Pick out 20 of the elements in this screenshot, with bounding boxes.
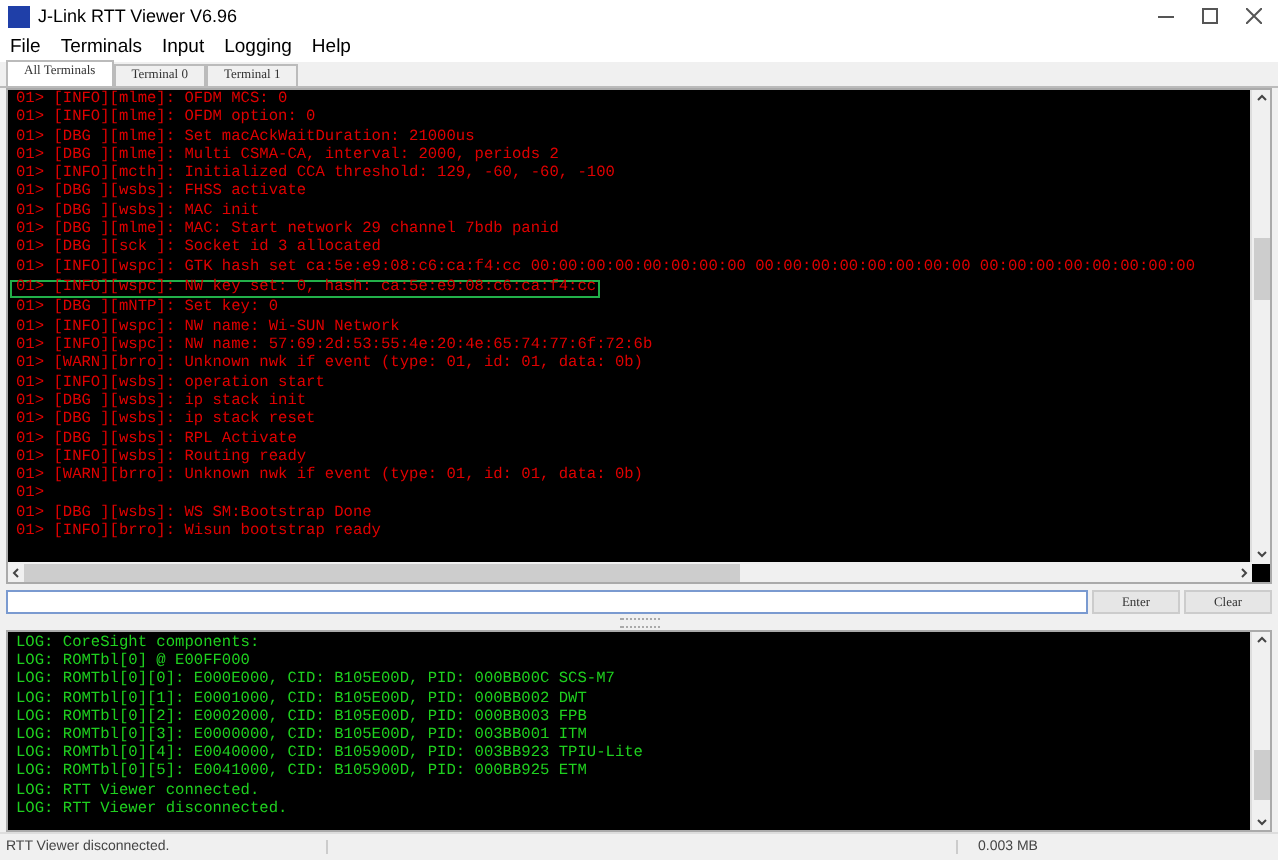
maximize-icon[interactable] [1202, 8, 1218, 24]
scrollbar-corner [1252, 563, 1270, 581]
menu-item[interactable]: File [10, 36, 41, 58]
vertical-scrollbar[interactable] [1250, 90, 1270, 562]
menu-item[interactable]: Input [161, 36, 205, 58]
menu-item[interactable]: Logging [224, 36, 292, 58]
menu-item[interactable]: Terminals [60, 36, 142, 58]
close-icon[interactable] [1246, 8, 1262, 24]
scrollbar-thumb[interactable] [24, 563, 740, 581]
scrollbar-thumb[interactable] [1253, 238, 1269, 300]
scroll-left-icon[interactable] [8, 563, 24, 581]
menu-item[interactable]: Help [311, 36, 351, 58]
vertical-scrollbar[interactable] [1250, 632, 1270, 830]
window-title: J-Link RTT Viewer V6.96 [38, 6, 240, 26]
splitter-grip[interactable] [619, 617, 659, 627]
input-field[interactable] [6, 590, 1088, 614]
horizontal-scrollbar[interactable] [6, 562, 1272, 584]
app-icon [8, 5, 30, 27]
scroll-right-icon[interactable] [1236, 563, 1252, 581]
scrollbar-thumb[interactable] [1253, 750, 1269, 800]
